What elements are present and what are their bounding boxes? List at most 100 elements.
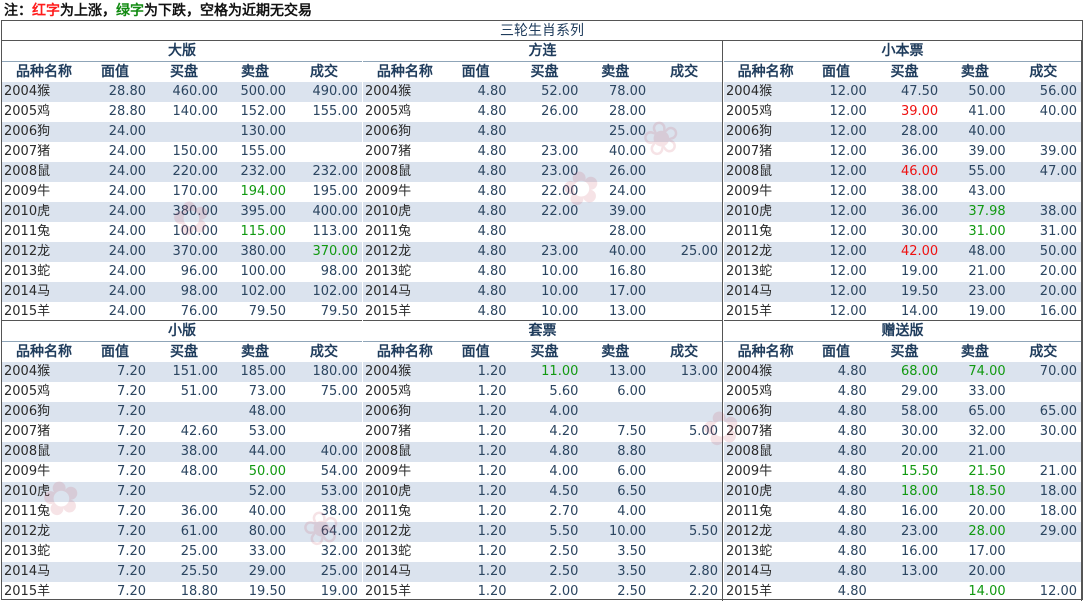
table-row: 2014马 4.80 13.00 20.00 (724, 562, 1081, 582)
value-cell: 20.00 (900, 444, 939, 459)
value-cell: 26.00 (541, 104, 579, 119)
item-name-cell: 2007猪 (4, 144, 51, 159)
table-row: 2011兔 4.80 28.00 (363, 222, 722, 242)
value-cell: 232.00 (240, 164, 287, 179)
panel-1: 大版 品种名称 面值 买盘 卖盘 成交 2004猴 28.80 460.00 500.00 490.… (2, 41, 362, 321)
value-cell: 47.50 (900, 84, 939, 99)
value-cell: 12.00 (829, 84, 867, 99)
value-cell: 28.00 (608, 104, 647, 119)
value-cell: 490.00 (312, 84, 359, 99)
value-cell: 21.00 (968, 444, 1006, 459)
value-cell: 20.00 (1039, 284, 1078, 299)
value-cell (1010, 182, 1081, 202)
table-row: 2015羊 12.00 14.00 19.00 16.00 (724, 302, 1081, 322)
value-cell: 56.00 (1039, 84, 1078, 99)
value-cell: 4.20 (549, 424, 579, 439)
item-name-cell: 2008鼠 (365, 444, 412, 459)
item-name-cell: 2012龙 (4, 524, 51, 539)
table-row: 2004猴 1.20 11.00 13.00 13.00 (363, 362, 722, 382)
value-cell: 12.00 (829, 144, 867, 159)
value-cell: 30.00 (1039, 424, 1078, 439)
value-cell: 1.20 (477, 464, 507, 479)
value-cell: 7.20 (117, 584, 146, 599)
value-cell: 2.80 (689, 564, 718, 579)
value-cell: 10.00 (541, 264, 579, 279)
value-cell: 1.20 (477, 584, 507, 599)
value-cell: 4.80 (837, 384, 867, 399)
panel-5: 套票 品种名称 面值 买盘 卖盘 成交 2004猴 1.20 11.00 13.00 13.00 20… (363, 321, 723, 601)
value-cell: 18.00 (900, 484, 939, 499)
table-row: 2008鼠 7.20 38.00 44.00 40.00 (2, 442, 362, 462)
value-cell: 19.00 (320, 584, 358, 599)
value-cell: 4.80 (549, 444, 579, 459)
item-name-cell: 2011兔 (726, 224, 773, 239)
value-cell: 38.00 (900, 184, 939, 199)
value-cell: 195.00 (312, 184, 359, 199)
value-cell: 12.00 (829, 164, 867, 179)
column-header: 买盘 (530, 344, 559, 360)
value-cell: 28.00 (608, 224, 647, 239)
value-cell (650, 462, 722, 482)
value-cell: 11.00 (541, 364, 579, 379)
value-cell: 194.00 (240, 184, 287, 199)
item-name-cell: 2012龙 (726, 244, 773, 259)
value-cell: 44.00 (248, 444, 286, 459)
table-row: 2010虎 4.80 18.00 18.50 18.00 (724, 482, 1081, 502)
value-cell: 38.00 (1039, 204, 1078, 219)
item-name-cell: 2005鸡 (4, 104, 51, 119)
item-name-cell: 2004猴 (726, 84, 773, 99)
value-cell: 150.00 (172, 144, 219, 159)
value-cell: 41.00 (968, 104, 1006, 119)
item-name-cell: 2006狗 (4, 124, 51, 139)
table-row: 2010虎 24.00 380.00 395.00 400.00 (2, 202, 362, 222)
price-table-frame: 三轮生肖系列 大版 品种名称 面值 买盘 卖盘 成交 2004猴 28.80 460.00 500… (1, 20, 1083, 602)
item-name-cell: 2011兔 (4, 224, 51, 239)
value-cell: 39.00 (900, 104, 939, 119)
value-cell (650, 162, 722, 182)
value-cell: 65.00 (968, 404, 1006, 419)
table-row: 2014马 7.20 25.50 29.00 25.00 (2, 562, 362, 582)
value-cell (290, 122, 362, 142)
value-cell: 102.00 (240, 284, 287, 299)
value-cell (650, 402, 722, 422)
value-cell: 24.00 (108, 244, 146, 259)
table-row: 2006狗 1.20 4.00 (363, 402, 722, 422)
panel-title: 大版 (2, 41, 362, 62)
value-cell: 1.20 (477, 504, 507, 519)
value-cell: 50.00 (968, 84, 1006, 99)
value-cell: 12.00 (829, 264, 867, 279)
value-cell: 4.50 (549, 484, 579, 499)
table-row: 2015羊 4.80 14.00 12.00 (724, 582, 1081, 602)
value-cell: 75.00 (320, 384, 358, 399)
item-name-cell: 2015羊 (4, 304, 51, 319)
value-cell (1010, 542, 1081, 562)
value-cell (150, 402, 224, 422)
item-name-cell: 2005鸡 (365, 104, 412, 119)
column-header: 成交 (670, 344, 699, 360)
column-header: 买盘 (170, 344, 198, 360)
column-header: 面值 (822, 64, 851, 80)
value-cell (650, 222, 722, 242)
item-name-cell: 2006狗 (726, 404, 773, 419)
table-row: 2012龙 1.20 5.50 10.00 5.50 (363, 522, 722, 542)
value-cell: 76.00 (180, 304, 218, 319)
value-cell: 19.50 (900, 284, 939, 299)
value-cell: 220.00 (172, 164, 219, 179)
value-cell: 79.50 (248, 304, 286, 319)
value-cell (650, 262, 722, 282)
value-cell: 39.00 (968, 144, 1006, 159)
table-row: 2004猴 28.80 460.00 500.00 490.00 (2, 82, 362, 102)
table-row: 2006狗 4.80 25.00 (363, 122, 722, 142)
value-cell (650, 82, 722, 102)
value-cell: 1.20 (477, 544, 507, 559)
value-cell: 38.00 (180, 444, 218, 459)
item-name-cell: 2014马 (365, 284, 412, 299)
value-cell (650, 482, 722, 502)
value-cell (1010, 562, 1081, 582)
item-name-cell: 2012龙 (365, 244, 412, 259)
value-cell: 42.60 (180, 424, 218, 439)
panel-4: 小版 品种名称 面值 买盘 卖盘 成交 2004猴 7.20 151.00 185.00 180.0… (2, 321, 362, 601)
panel-title: 小本票 (724, 41, 1081, 62)
column-header-row: 品种名称 面值 买盘 卖盘 成交 (2, 62, 362, 82)
value-cell: 7.20 (117, 364, 146, 379)
